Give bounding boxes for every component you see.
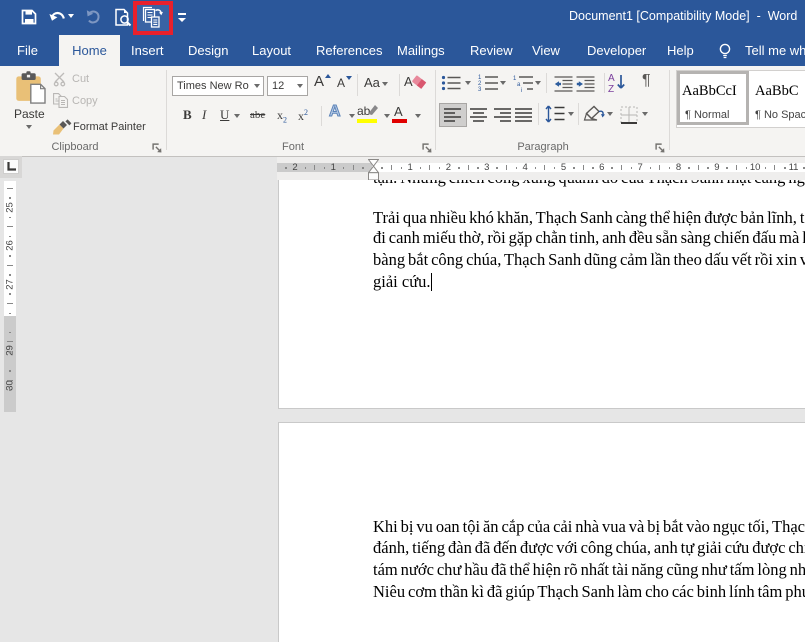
- svg-text:Z: Z: [608, 84, 614, 93]
- svg-text:i: i: [521, 88, 522, 92]
- svg-text:A: A: [608, 73, 615, 84]
- svg-text:3: 3: [478, 87, 482, 92]
